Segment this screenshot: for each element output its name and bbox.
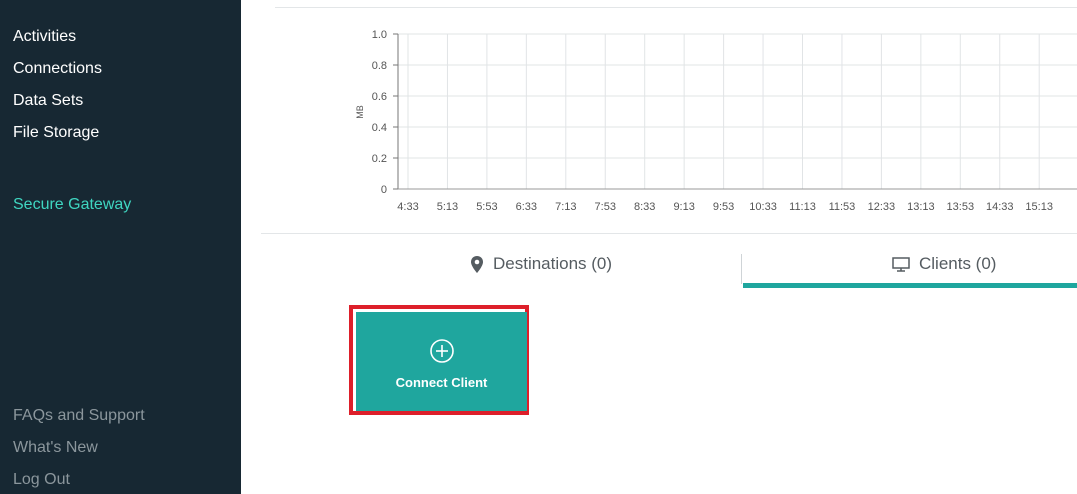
x-tick-label: 13:13 bbox=[907, 201, 935, 213]
x-tick-label: 9:13 bbox=[673, 201, 694, 213]
x-tick-label: 5:13 bbox=[437, 201, 458, 213]
x-tick-label: 12:33 bbox=[868, 201, 896, 213]
tab-divider bbox=[741, 254, 742, 284]
x-tick-label: 14:33 bbox=[986, 201, 1014, 213]
x-tick-label: 6:33 bbox=[516, 201, 537, 213]
connect-client-label: Connect Client bbox=[395, 375, 488, 390]
x-tick-label: 9:53 bbox=[713, 201, 734, 213]
tab-destinations[interactable]: Destinations (0) bbox=[470, 254, 612, 274]
connect-client-button[interactable]: Connect Client bbox=[356, 312, 527, 411]
y-tick-label: 1.0 bbox=[372, 29, 387, 41]
y-tick-label: 0.8 bbox=[372, 60, 387, 72]
x-tick-label: 7:13 bbox=[555, 201, 576, 213]
x-tick-label: 5:53 bbox=[476, 201, 497, 213]
chart-grid bbox=[398, 33, 1077, 190]
main-content: 1.0 0.8 0.6 0.4 0.2 0 4:33 5:13 5:53 6:33 7:13 7:5… bbox=[241, 0, 1077, 494]
x-tick-label: 8:33 bbox=[634, 201, 655, 213]
nav-faqs-support[interactable]: FAQs and Support bbox=[13, 407, 145, 425]
x-tick-label: 11:53 bbox=[829, 201, 856, 213]
x-tick-label: 13:53 bbox=[947, 201, 975, 213]
sidebar: Activities Connections Data Sets File St… bbox=[0, 0, 241, 494]
y-tick-label: 0.2 bbox=[372, 153, 387, 165]
tab-clients[interactable]: Clients (0) bbox=[892, 254, 996, 274]
active-tab-indicator bbox=[743, 283, 1077, 288]
x-tick-label: 10:33 bbox=[749, 201, 777, 213]
nav-secure-gateway[interactable]: Secure Gateway bbox=[13, 196, 131, 214]
plus-circle-icon bbox=[430, 339, 454, 363]
nav-whats-new[interactable]: What's New bbox=[13, 439, 98, 457]
tab-clients-label: Clients (0) bbox=[919, 254, 997, 273]
nav-data-sets[interactable]: Data Sets bbox=[13, 92, 83, 110]
y-axis-label: MB bbox=[355, 105, 365, 119]
x-tick-label: 15:13 bbox=[1025, 201, 1053, 213]
nav-file-storage[interactable]: File Storage bbox=[13, 124, 99, 142]
x-tick-labels: 4:33 5:13 5:53 6:33 7:13 7:53 8:33 9:13 9:53 10:3… bbox=[397, 201, 1053, 213]
y-tick-label: 0 bbox=[381, 184, 387, 196]
x-tick-label: 7:53 bbox=[595, 201, 616, 213]
nav-log-out[interactable]: Log Out bbox=[13, 471, 70, 489]
usage-chart: 1.0 0.8 0.6 0.4 0.2 0 4:33 5:13 5:53 6:33 7:13 7:5… bbox=[355, 29, 1077, 213]
chart-axes bbox=[393, 33, 1077, 190]
x-tick-label: 11:13 bbox=[789, 201, 816, 213]
nav-activities[interactable]: Activities bbox=[13, 28, 76, 46]
x-tick-label: 4:33 bbox=[397, 201, 418, 213]
nav-connections[interactable]: Connections bbox=[13, 60, 102, 78]
monitor-icon bbox=[892, 256, 910, 272]
map-pin-icon bbox=[471, 255, 483, 273]
y-tick-labels: 1.0 0.8 0.6 0.4 0.2 0 bbox=[372, 29, 387, 196]
y-tick-label: 0.6 bbox=[372, 91, 387, 103]
tab-destinations-label: Destinations (0) bbox=[493, 254, 613, 273]
section-divider bbox=[261, 233, 1077, 234]
y-tick-label: 0.4 bbox=[372, 122, 387, 134]
